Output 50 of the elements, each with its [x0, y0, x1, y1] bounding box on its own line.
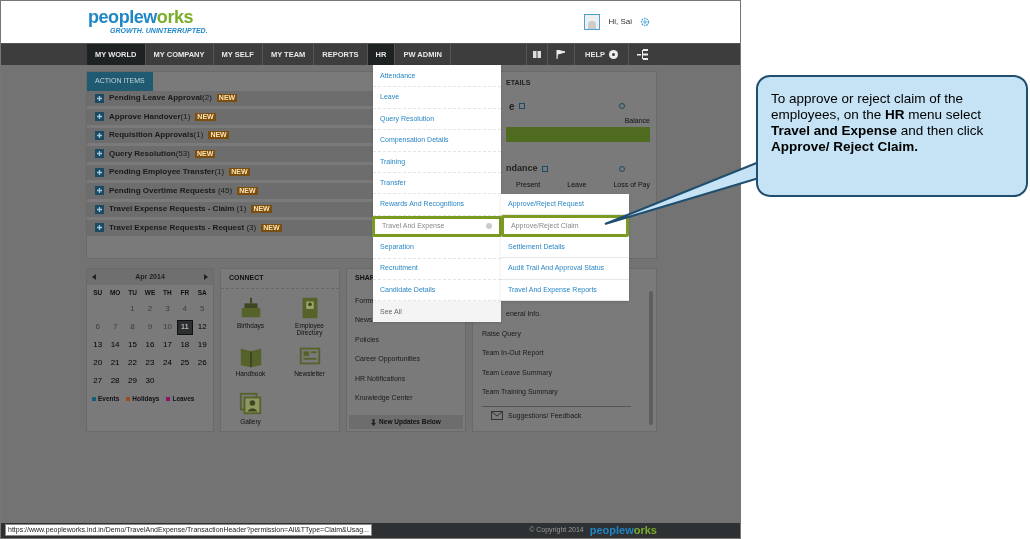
action-item-label: Pending Overtime Requests (45) — [109, 184, 233, 197]
avatar-icon — [584, 14, 601, 30]
calendar-day[interactable]: 29 — [124, 373, 141, 389]
calendar-day[interactable]: 15 — [124, 337, 141, 353]
calendar-day[interactable]: 25 — [176, 355, 193, 371]
calendar-day[interactable]: 19 — [194, 337, 211, 353]
envelope-icon — [491, 411, 503, 421]
calendar-day[interactable]: 26 — [194, 355, 211, 371]
calendar-day[interactable]: 11 — [176, 319, 193, 335]
expand-icon[interactable] — [95, 130, 104, 140]
expand-icon[interactable] — [95, 167, 104, 177]
greeting: Hi, Sai — [608, 16, 632, 28]
calendar-day[interactable]: 14 — [107, 337, 124, 353]
calendar-day[interactable]: 21 — [107, 355, 124, 371]
section-title: ndance — [506, 162, 538, 175]
action-item-label: Query Resolution(53) — [109, 147, 190, 160]
logo: peopleworks — [88, 7, 194, 26]
calendar-day[interactable]: 22 — [124, 355, 141, 371]
expand-icon[interactable] — [95, 223, 104, 233]
down-arrow-icon — [371, 418, 377, 426]
action-item-label: Pending Leave Approval(2) — [109, 92, 212, 105]
calendar-day[interactable]: 4 — [176, 301, 193, 317]
calendar-day[interactable]: 16 — [142, 337, 158, 353]
photo-frame-icon — [237, 390, 264, 417]
calendar-day[interactable]: 28 — [107, 373, 124, 389]
expand-icon[interactable] — [95, 93, 104, 103]
footer-logo: peopleworks — [589, 525, 657, 536]
action-item-label: Requisition Approvals(1) — [109, 129, 204, 142]
expand-icon[interactable] — [95, 149, 104, 159]
calendar-day[interactable]: 20 — [89, 355, 106, 371]
expand-icon[interactable] — [95, 112, 104, 122]
section-title: e — [508, 99, 515, 114]
settings-icon[interactable] — [640, 17, 650, 27]
calendar-day[interactable]: 17 — [159, 337, 176, 353]
calendar-day[interactable]: 24 — [159, 355, 176, 371]
callout-bubble: To approve or reject claim of the employees, on the HR menu select Travel and Expense and then click Approve/ Reject Claim. — [756, 75, 1028, 197]
expand-icon[interactable] — [95, 186, 104, 196]
help-icon — [609, 50, 618, 59]
action-item-label: Travel Expense Requests - Claim (1) — [109, 203, 247, 216]
submenu-icon — [486, 223, 492, 230]
action-item-label: Pending Employee Transfer(1) — [109, 166, 225, 179]
calendar-day[interactable]: 13 — [89, 337, 106, 353]
action-item-label: Approve Handover(1) — [109, 110, 191, 123]
calendar-day[interactable]: 23 — [142, 355, 158, 371]
calendar-day[interactable]: 12 — [194, 319, 211, 335]
action-item-label: Travel Expense Requests - Request (3) — [109, 221, 257, 234]
calendar-day[interactable]: 27 — [89, 373, 106, 389]
calendar-day[interactable]: 30 — [142, 373, 158, 389]
calendar-day[interactable]: 18 — [176, 337, 193, 353]
expand-icon[interactable] — [95, 204, 104, 214]
